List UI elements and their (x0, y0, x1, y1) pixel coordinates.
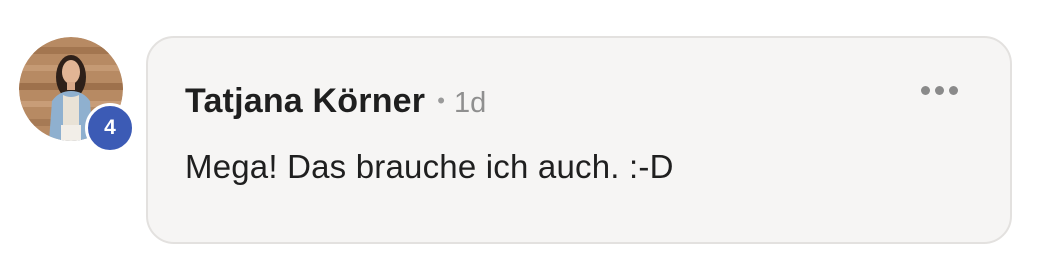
more-options-button[interactable] (921, 86, 958, 95)
more-horizontal-icon (921, 86, 930, 95)
more-horizontal-icon (949, 86, 958, 95)
timestamp[interactable]: 1d (454, 87, 486, 120)
separator-dot: • (437, 88, 445, 113)
comment-item: 4 Tatjana Körner • 1d Mega! Das brauche … (0, 0, 1052, 272)
avatar-container[interactable]: 4 (19, 37, 135, 153)
more-horizontal-icon (935, 86, 944, 95)
comment-header: Tatjana Körner • 1d (185, 82, 486, 121)
comment-text: Mega! Das brauche ich auch. :-D (185, 148, 674, 185)
comment-bubble: Tatjana Körner • 1d Mega! Das brauche ic… (146, 36, 1012, 244)
author-name[interactable]: Tatjana Körner (185, 82, 425, 121)
level-badge: 4 (85, 103, 135, 153)
